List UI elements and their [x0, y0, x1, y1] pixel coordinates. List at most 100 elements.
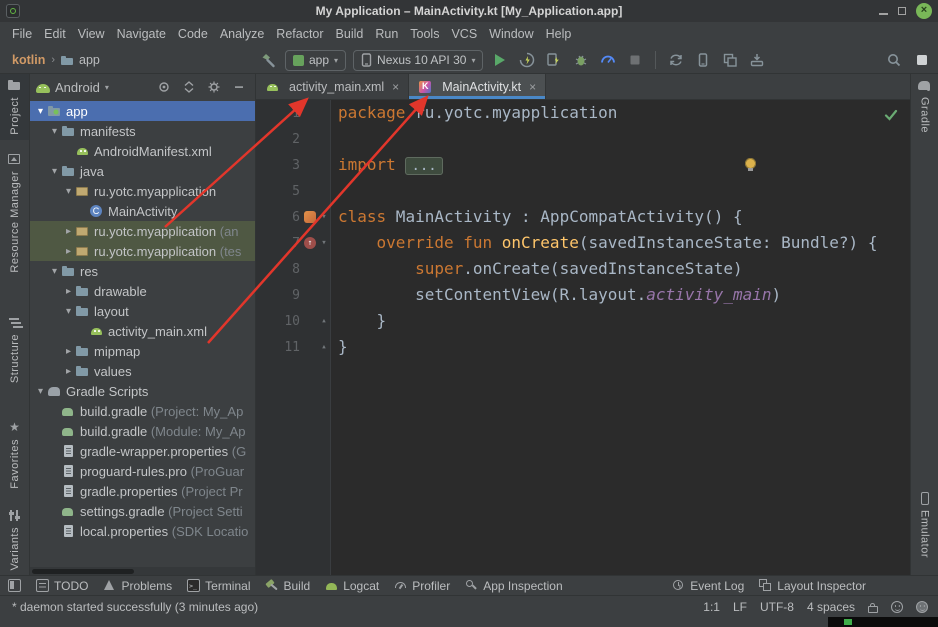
tool-button-layout-inspector[interactable]: Layout Inspector: [759, 579, 866, 593]
readonly-lock-icon[interactable]: [868, 606, 878, 613]
menu-item-analyze[interactable]: Analyze: [214, 27, 270, 41]
tree-row-drawable[interactable]: ▸drawable: [30, 281, 255, 301]
line-number[interactable]: 8: [256, 262, 300, 277]
inspection-ok-icon[interactable]: [884, 106, 898, 125]
gear-icon[interactable]: [204, 78, 224, 96]
menu-item-tools[interactable]: Tools: [404, 27, 445, 41]
tool-button-structure[interactable]: Structure: [0, 311, 29, 388]
code-line[interactable]: 5: [256, 178, 910, 204]
run-config-select[interactable]: app ▾: [285, 50, 346, 71]
project-view-mode[interactable]: Android: [55, 80, 100, 95]
tree-collapsed-icon[interactable]: ▸: [62, 226, 75, 237]
tool-button-project[interactable]: Project: [0, 74, 29, 140]
code-line[interactable]: 11▴}: [256, 334, 910, 360]
tree-expanded-icon[interactable]: ▾: [48, 126, 61, 137]
tree-expanded-icon[interactable]: ▾: [48, 166, 61, 177]
override-gutter-icon[interactable]: [304, 237, 316, 249]
line-number[interactable]: 11: [256, 340, 300, 355]
title-bar[interactable]: My Application – MainActivity.kt [My_App…: [0, 0, 938, 23]
tree-collapsed-icon[interactable]: ▸: [62, 366, 75, 377]
code-line[interactable]: 7▾ override fun onCreate(savedInstanceSt…: [256, 230, 910, 256]
menu-item-vcs[interactable]: VCS: [445, 27, 483, 41]
tree-row-androidmanifest-xml[interactable]: AndroidManifest.xml: [30, 141, 255, 161]
line-number[interactable]: 7: [256, 236, 300, 251]
breadcrumb-app[interactable]: app: [79, 53, 100, 67]
tree-row-layout[interactable]: ▾layout: [30, 301, 255, 321]
tree-row-values[interactable]: ▸values: [30, 361, 255, 381]
tree-row-mipmap[interactable]: ▸mipmap: [30, 341, 255, 361]
close-tab-icon[interactable]: ×: [392, 80, 399, 94]
code-line[interactable]: 1package ru.yotc.myapplication: [256, 100, 910, 126]
encoding-widget[interactable]: UTF-8: [760, 600, 794, 614]
attach-debugger-icon[interactable]: [571, 50, 591, 70]
tool-button-emulator[interactable]: Emulator: [911, 487, 938, 563]
sync-project-icon[interactable]: [666, 50, 686, 70]
menu-item-help[interactable]: Help: [540, 27, 578, 41]
line-number[interactable]: 3: [256, 158, 300, 173]
tree-row-settings-gradle[interactable]: settings.gradle (Project Setti: [30, 501, 255, 521]
tree-row-gradle-scripts[interactable]: ▾Gradle Scripts: [30, 381, 255, 401]
device-manager-icon[interactable]: [693, 50, 713, 70]
tool-button-todo[interactable]: TODO: [36, 579, 88, 593]
line-number[interactable]: 2: [256, 132, 300, 147]
line-number[interactable]: 9: [256, 288, 300, 303]
tree-row-res[interactable]: ▾res: [30, 261, 255, 281]
menu-item-view[interactable]: View: [72, 27, 111, 41]
fold-marker-icon[interactable]: ▴: [318, 316, 330, 326]
run-button[interactable]: [490, 50, 510, 70]
tree-expanded-icon[interactable]: ▾: [34, 106, 47, 117]
build-hammer-icon[interactable]: [258, 50, 278, 70]
tool-button-problems[interactable]: Problems: [103, 579, 172, 593]
menu-item-build[interactable]: Build: [330, 27, 370, 41]
tree-expanded-icon[interactable]: ▾: [48, 266, 61, 277]
intention-bulb-icon[interactable]: [745, 158, 756, 169]
code-line[interactable]: 6▾class MainActivity : AppCompatActivity…: [256, 204, 910, 230]
line-number[interactable]: 10: [256, 314, 300, 329]
tree-row-manifests[interactable]: ▾manifests: [30, 121, 255, 141]
notifications-icon[interactable]: [912, 50, 932, 70]
tree-row-app[interactable]: ▾app: [30, 101, 255, 121]
tool-window-switcher-icon[interactable]: [8, 579, 21, 592]
line-number[interactable]: 5: [256, 184, 300, 199]
collapse-all-icon[interactable]: [179, 78, 199, 96]
menu-item-code[interactable]: Code: [172, 27, 214, 41]
tree-row-proguard-rules-pro[interactable]: proguard-rules.pro (ProGuar: [30, 461, 255, 481]
editor-pane[interactable]: 1package ru.yotc.myapplication 2 3import .…: [256, 100, 910, 575]
hide-panel-icon[interactable]: [229, 78, 249, 96]
tree-collapsed-icon[interactable]: ▸: [62, 246, 75, 257]
layout-inspector-icon[interactable]: [720, 50, 740, 70]
device-select[interactable]: Nexus 10 API 30 ▾: [353, 50, 483, 71]
tree-row-ru-yotc-myapplication[interactable]: ▸ru.yotc.myapplication (an: [30, 221, 255, 241]
tree-row-activity-main-xml[interactable]: activity_main.xml: [30, 321, 255, 341]
code-line[interactable]: 2: [256, 126, 910, 152]
feedback-smiley-icon[interactable]: [916, 601, 928, 613]
tab-activity-main-xml[interactable]: activity_main.xml×: [256, 74, 409, 99]
menu-item-file[interactable]: File: [6, 27, 38, 41]
breadcrumb-root[interactable]: kotlin: [12, 53, 45, 67]
tool-button-logcat[interactable]: Logcat: [325, 579, 379, 593]
scrollbar-thumb[interactable]: [32, 569, 134, 574]
menu-item-edit[interactable]: Edit: [38, 27, 72, 41]
menu-item-refactor[interactable]: Refactor: [270, 27, 329, 41]
tree-expanded-icon[interactable]: ▾: [62, 306, 75, 317]
apply-code-changes-icon[interactable]: [544, 50, 564, 70]
tool-button-favorites[interactable]: Favorites: [0, 416, 29, 494]
tree-collapsed-icon[interactable]: ▸: [62, 346, 75, 357]
tree-row-local-properties[interactable]: local.properties (SDK Locatio: [30, 521, 255, 541]
fold-marker-icon[interactable]: ▾: [318, 212, 330, 222]
code-line[interactable]: 8 super.onCreate(savedInstanceState): [256, 256, 910, 282]
tree-row-ru-yotc-myapplication[interactable]: ▾ru.yotc.myapplication: [30, 181, 255, 201]
tree-expanded-icon[interactable]: ▾: [34, 386, 47, 397]
close-button[interactable]: ×: [916, 3, 932, 19]
profile-button[interactable]: [598, 50, 618, 70]
menu-item-navigate[interactable]: Navigate: [111, 27, 172, 41]
tree-row-gradle-wrapper-properties[interactable]: gradle-wrapper.properties (G: [30, 441, 255, 461]
code-line[interactable]: 3import ...: [256, 152, 910, 178]
indent-widget[interactable]: 4 spaces: [807, 600, 855, 614]
fold-marker-icon[interactable]: ▴: [318, 342, 330, 352]
apply-changes-icon[interactable]: [517, 50, 537, 70]
locate-file-icon[interactable]: [154, 78, 174, 96]
menu-item-run[interactable]: Run: [369, 27, 404, 41]
tool-button-resource-manager[interactable]: Resource Manager: [0, 148, 29, 278]
code-line[interactable]: 10▴ }: [256, 308, 910, 334]
